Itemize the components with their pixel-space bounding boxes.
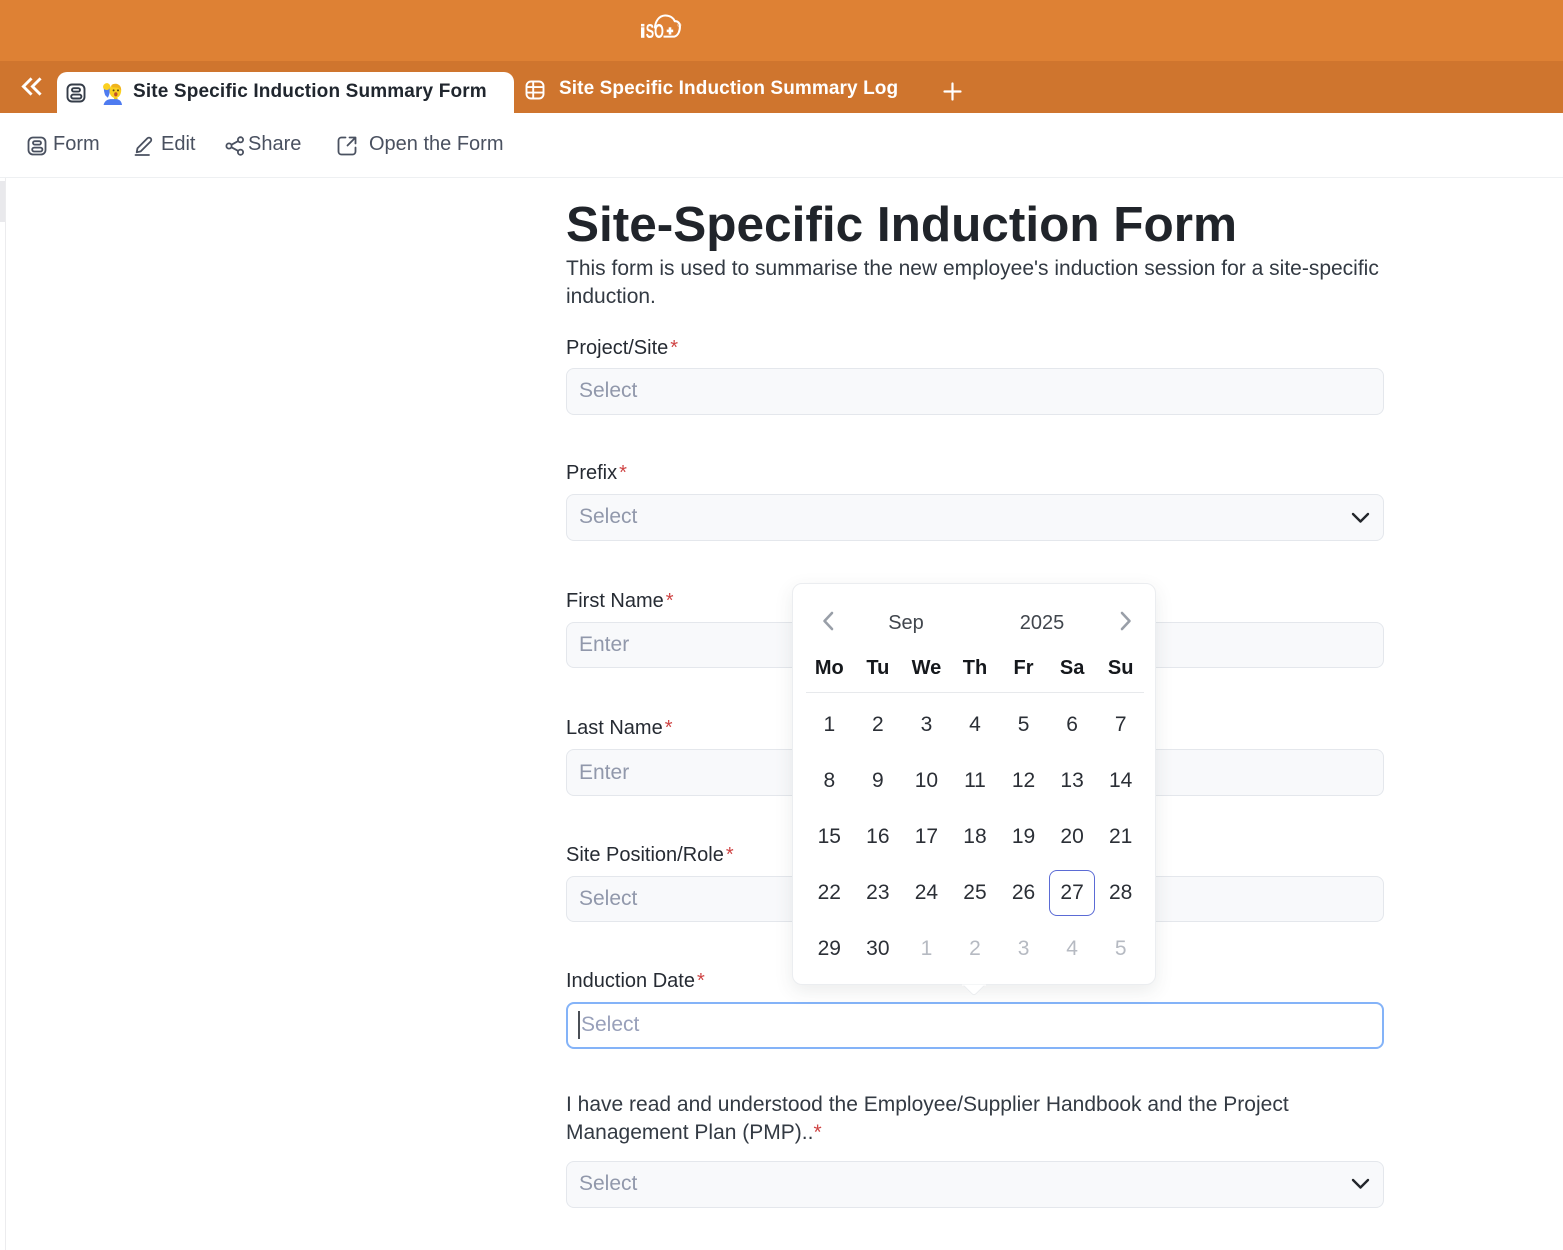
svg-text:®: ®	[677, 22, 681, 29]
svg-text:SO: SO	[646, 21, 664, 39]
